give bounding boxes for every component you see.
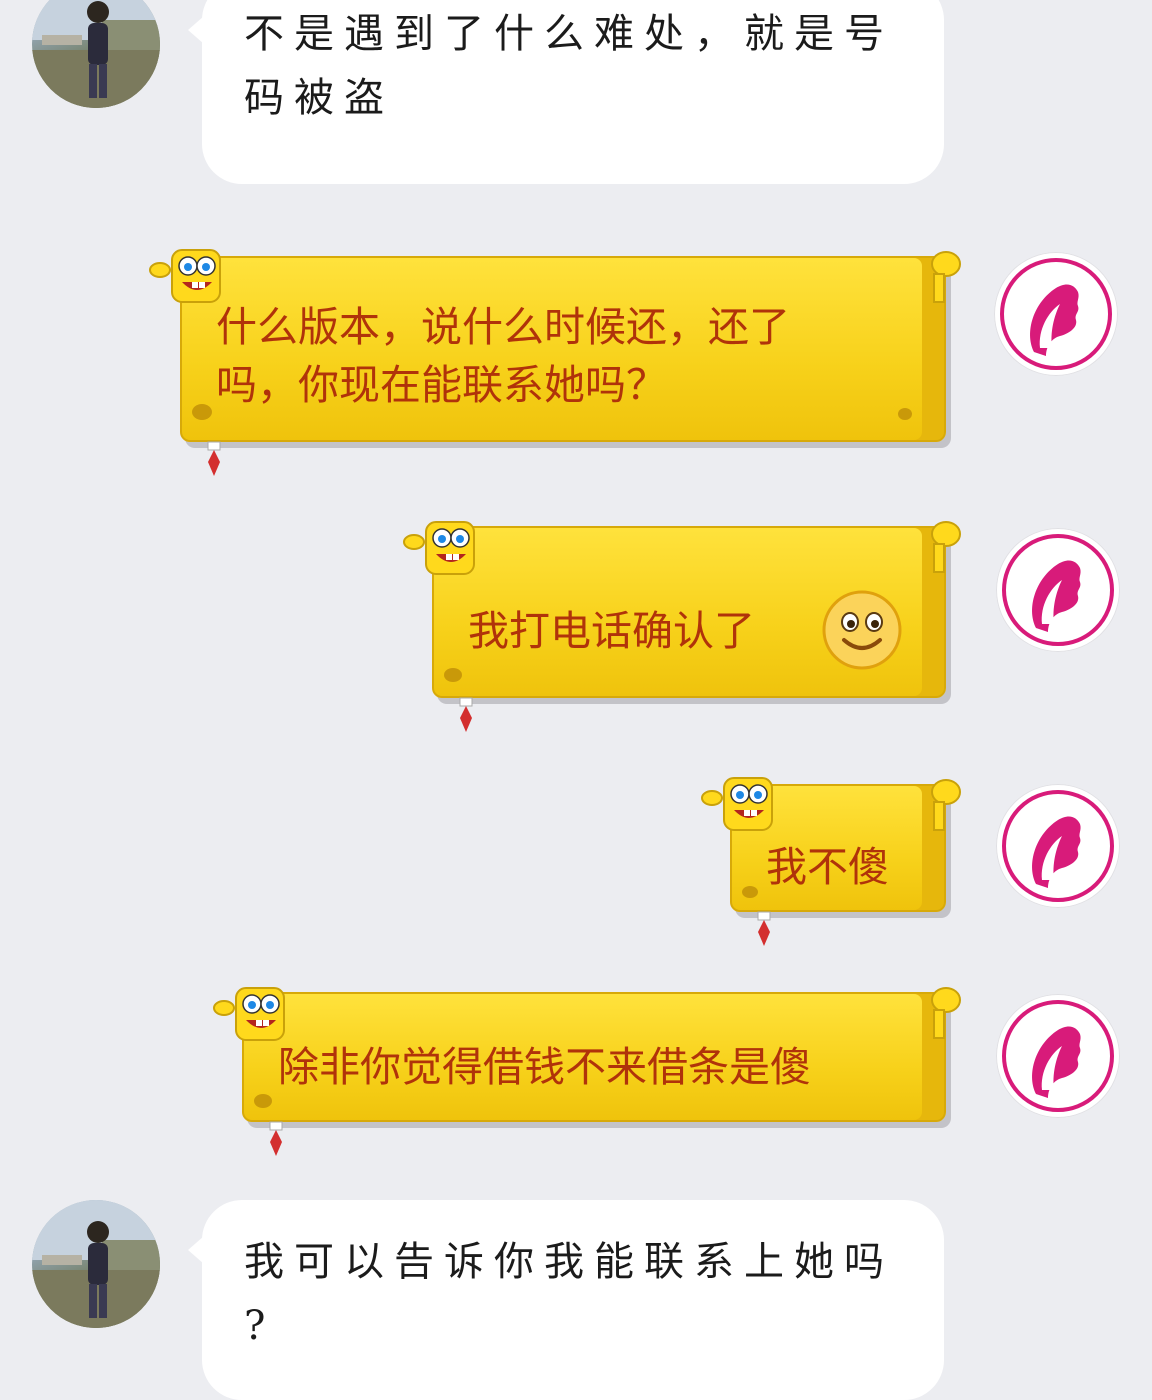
self-avatar[interactable] [994,252,1118,376]
thumbs-up-icon [931,521,961,573]
bubble-tail [188,1236,204,1264]
red-tie-icon [459,697,473,732]
message-line: 码被盗 [244,75,394,121]
spongebob-sticker-icon [403,521,475,575]
outgoing-message-bubble[interactable]: 什么版本，说什么时候还，还了 吗，你现在能联系她吗？ [180,256,946,442]
bubble-hole [444,668,462,682]
message-line: 什么版本，说什么时候还，还了 [216,303,790,351]
outgoing-message-bubble[interactable]: 我打电话确认了 [432,526,946,698]
thumbs-up-icon [931,251,961,303]
message-line: 我可以告诉你我能联系上她吗 [244,1239,894,1285]
smiley-emoji-icon [822,590,902,670]
spongebob-sticker-icon [149,249,221,303]
self-avatar[interactable] [996,784,1120,908]
incoming-message-bubble[interactable]: 不是遇到了什么难处，就是号 码被盗 [188,0,944,184]
contact-avatar[interactable] [32,1200,160,1328]
thumbs-up-icon [931,779,961,831]
person-photo-icon [32,1200,160,1328]
spongebob-sticker-icon [213,987,285,1041]
incoming-message-bubble[interactable]: 我可以告诉你我能联系上她吗 ? [188,1200,944,1400]
pink-face-profile-icon [1002,790,1114,902]
red-tie-icon [269,1121,283,1156]
bubble-hole [192,404,212,420]
message-text: 什么版本，说什么时候还，还了 吗，你现在能联系她吗？ [216,298,790,414]
contact-avatar[interactable] [32,0,160,108]
self-avatar[interactable] [996,528,1120,652]
self-avatar[interactable] [996,994,1120,1118]
spongebob-sticker-icon [701,777,773,831]
thumbs-up-icon [931,987,961,1039]
bubble-hole [742,886,758,898]
red-tie-icon [757,911,771,946]
red-tie-icon [207,441,221,476]
message-text: 我不傻 [766,843,889,891]
message-line: ? [244,1303,276,1349]
pink-face-profile-icon [1000,258,1112,370]
bubble-hole [254,1094,272,1108]
pink-face-profile-icon [1002,1000,1114,1112]
bubble-tail [188,16,204,44]
message-text: 我打电话确认了 [468,607,755,655]
message-line: 不是遇到了什么难处，就是号 [244,11,894,57]
message-line: 吗，你现在能联系她吗？ [216,361,667,409]
outgoing-message-bubble[interactable]: 除非你觉得借钱不来借条是傻 [242,992,946,1122]
person-photo-icon [32,0,160,108]
bubble-hole [898,408,912,420]
pink-face-profile-icon [1002,534,1114,646]
message-text: 除非你觉得借钱不来借条是傻 [278,1043,811,1091]
